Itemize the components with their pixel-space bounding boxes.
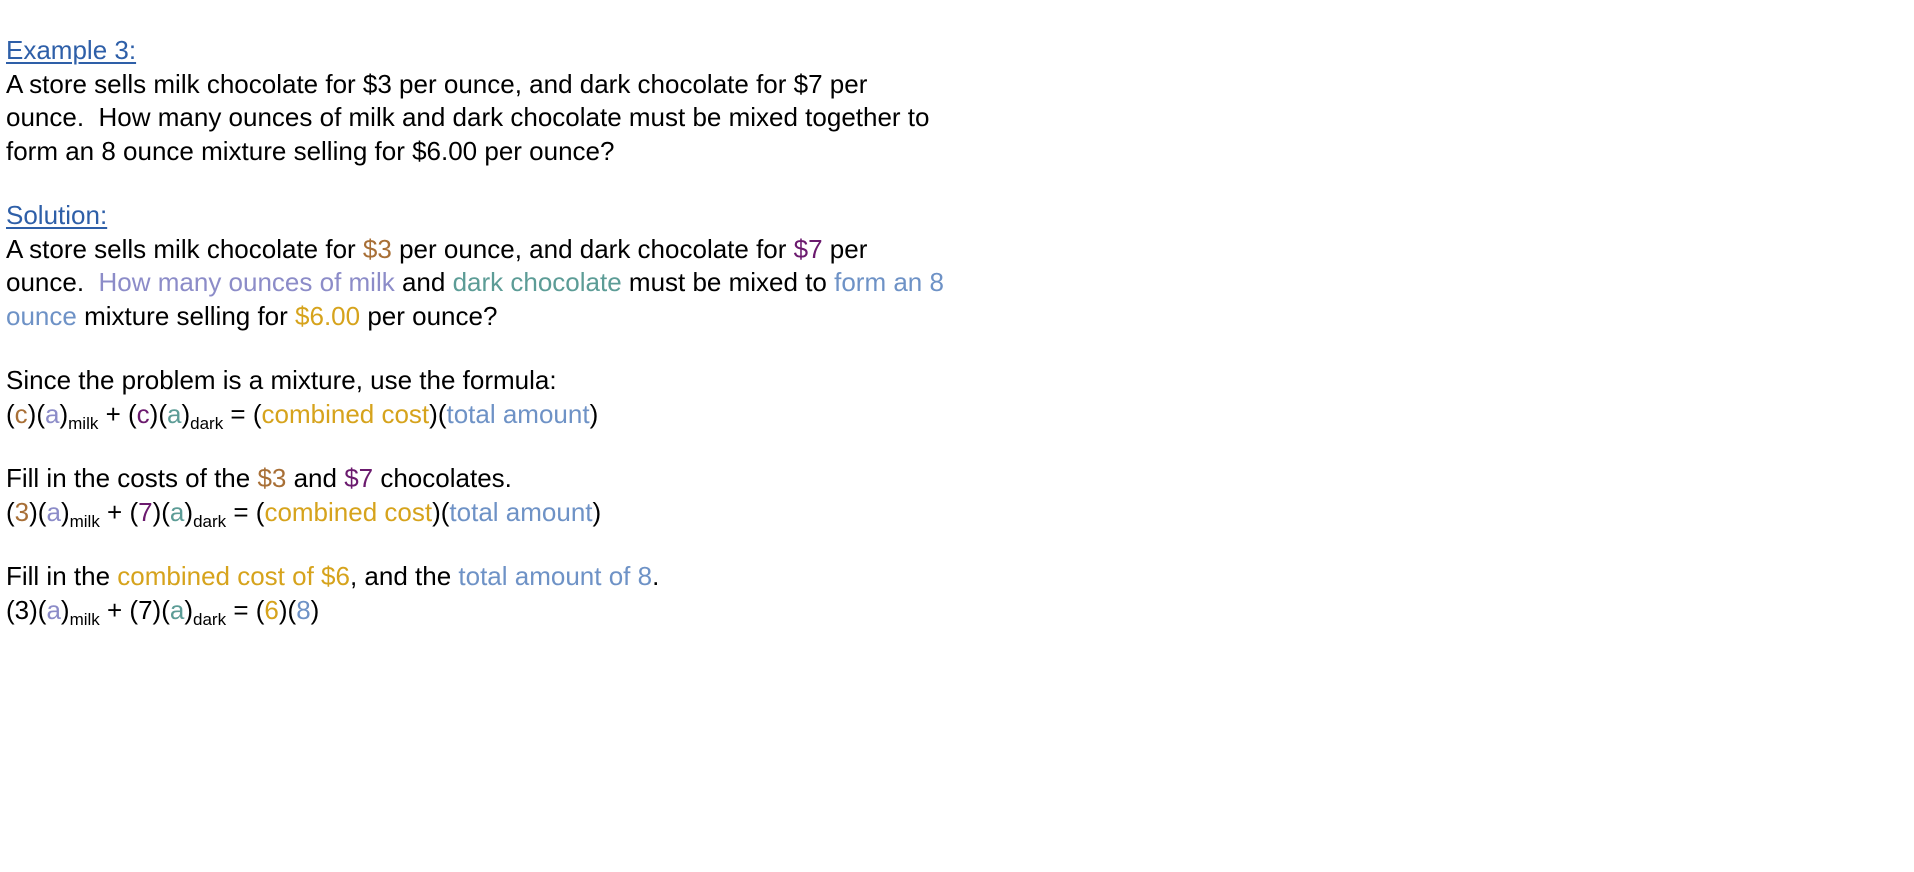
example-line-1: A store sells milk chocolate for $3 per … xyxy=(6,68,868,99)
eq-dark-amount: a xyxy=(169,496,185,527)
eq-text: + (7)( xyxy=(99,594,170,625)
combined-cost-highlight: combined cost of $6 xyxy=(117,561,350,591)
eq-text: ) xyxy=(181,398,191,429)
document-body: Example 3: A store sells milk chocolate … xyxy=(6,34,944,628)
eq-milk-amount: a xyxy=(46,496,61,527)
eq-subscript-milk: milk xyxy=(68,413,99,433)
eq-text: ) xyxy=(60,496,70,527)
text-run: A store sells milk chocolate for xyxy=(6,233,363,264)
eq-text: )( xyxy=(27,398,45,429)
eq-text: )( xyxy=(29,496,47,527)
eq-text: )( xyxy=(149,398,167,429)
eq-text: )( xyxy=(152,496,170,527)
milk-cost-highlight: $3 xyxy=(362,233,392,264)
eq-dark-cost: c xyxy=(136,398,150,429)
eq-text: ) xyxy=(589,398,599,429)
text-run: Fill in the costs of the xyxy=(6,463,258,493)
text-run: must be mixed to xyxy=(621,267,835,297)
milk-cost-highlight: $3 xyxy=(257,463,287,493)
eq-subscript-milk: milk xyxy=(69,511,100,531)
eq-dark-amount: a xyxy=(169,594,185,625)
eq-text: = ( xyxy=(226,594,265,625)
solution-line-1: A store sells milk chocolate for $3 per … xyxy=(6,233,944,267)
eq-text: (3)( xyxy=(6,594,47,625)
eq-text: )( xyxy=(429,398,447,429)
text-run: and xyxy=(394,267,453,297)
milk-amount-highlight: How many ounces of milk xyxy=(98,267,395,297)
text-run: per xyxy=(822,233,868,264)
example-line-2: ounce. How many ounces of milk and dark … xyxy=(6,102,930,132)
eq-text: + ( xyxy=(99,496,139,527)
text-run: , and the xyxy=(349,561,459,591)
eq-text: ) xyxy=(59,398,69,429)
text-run: per ounce? xyxy=(360,300,498,331)
eq-total-amount: total amount xyxy=(446,398,590,429)
eq-text: )( xyxy=(432,496,450,527)
eq-total-amount-value: 8 xyxy=(296,594,311,625)
dark-cost-highlight: $7 xyxy=(344,463,374,493)
formula-equation: (c)(a)milk + (c)(a)dark = (combined cost… xyxy=(6,398,944,432)
formula-intro: Since the problem is a mixture, use the … xyxy=(6,365,557,395)
eq-subscript-dark: dark xyxy=(193,511,227,531)
eq-combined-cost: combined cost xyxy=(261,398,430,429)
eq-text: ) xyxy=(184,496,194,527)
total-amount-highlight: total amount of 8 xyxy=(458,561,653,591)
text-run: Fill in the xyxy=(6,561,118,591)
eq-subscript-dark: dark xyxy=(190,413,224,433)
dark-cost-highlight: $7 xyxy=(793,233,823,264)
eq-text: ) xyxy=(310,594,320,625)
eq-dark-amount: a xyxy=(166,398,182,429)
page: Example 3: A store sells milk chocolate … xyxy=(0,0,1914,872)
eq-text: ) xyxy=(184,594,194,625)
eq-total-amount: total amount xyxy=(449,496,593,527)
eq-combined-cost: combined cost xyxy=(264,496,433,527)
dark-amount-highlight: dark chocolate xyxy=(452,267,622,297)
text-run: and xyxy=(286,463,345,493)
eq-text: = ( xyxy=(223,398,262,429)
eq-text: ) xyxy=(60,594,70,625)
total-amount-highlight: form an 8 xyxy=(834,267,944,297)
eq-text: ( xyxy=(6,398,15,429)
eq-text: = ( xyxy=(226,496,265,527)
solution-line-2: ounce. How many ounces of milk and dark … xyxy=(6,266,944,300)
eq-subscript-dark: dark xyxy=(193,609,227,629)
eq-subscript-milk: milk xyxy=(69,609,100,629)
eq-dark-cost: 7 xyxy=(138,496,153,527)
solution-heading: Solution: xyxy=(6,200,108,230)
step1-equation: (3)(a)milk + (7)(a)dark = (combined cost… xyxy=(6,496,944,530)
example-line-3: form an 8 ounce mixture selling for $6.0… xyxy=(6,135,615,166)
text-run: mixture selling for xyxy=(76,300,296,331)
step2-equation: (3)(a)milk + (7)(a)dark = (6)(8) xyxy=(6,594,944,628)
example-heading: Example 3: xyxy=(6,35,137,65)
eq-text: )( xyxy=(278,594,297,625)
step1-text: Fill in the costs of the $3 and $7 choco… xyxy=(6,462,944,496)
eq-milk-cost: 3 xyxy=(14,496,30,527)
eq-milk-amount: a xyxy=(46,594,61,625)
eq-text: ) xyxy=(592,496,602,527)
combined-cost-highlight: $6.00 xyxy=(295,300,361,331)
step2-text: Fill in the combined cost of $6, and the… xyxy=(6,560,944,594)
total-amount-highlight: ounce xyxy=(6,300,77,331)
text-run: . xyxy=(652,561,660,591)
text-run: per ounce, and dark chocolate for xyxy=(391,233,794,264)
eq-text: + ( xyxy=(98,398,137,429)
eq-combined-cost-value: 6 xyxy=(264,594,279,625)
text-run: chocolates. xyxy=(373,463,512,493)
eq-milk-amount: a xyxy=(45,398,60,429)
solution-line-3: ounce mixture selling for $6.00 per ounc… xyxy=(6,300,944,334)
eq-milk-cost: c xyxy=(14,398,28,429)
eq-text: ( xyxy=(6,496,15,527)
text-run: ounce. xyxy=(6,267,99,297)
